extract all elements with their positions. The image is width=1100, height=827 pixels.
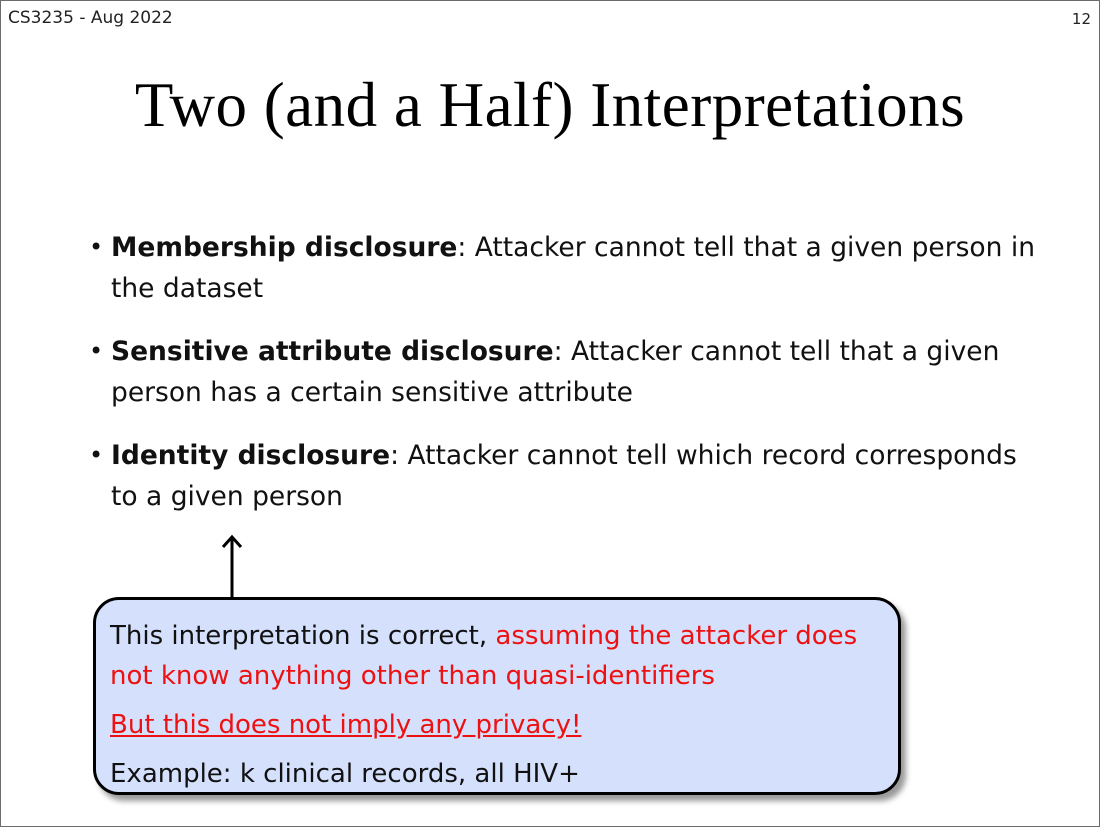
up-arrow-icon (221, 534, 243, 597)
callout-text: This interpretation is correct, (110, 621, 496, 651)
bullet-icon: • (89, 233, 104, 261)
bullet-sensitive-attribute: • Sensitive attribute disclosure: Attack… (89, 331, 1039, 413)
bullet-term: Sensitive attribute disclosure (111, 336, 554, 367)
callout-warning-text: But this does not imply any privacy! (110, 710, 582, 740)
bullet-icon: • (89, 337, 104, 365)
bullet-icon: • (89, 441, 104, 469)
callout-line-1: This interpretation is correct, assuming… (110, 616, 884, 696)
bullet-term: Membership disclosure (111, 232, 458, 263)
page-number: 12 (1071, 10, 1091, 28)
bullet-identity: • Identity disclosure: Attacker cannot t… (89, 435, 1039, 517)
slide: CS3235 - Aug 2022 12 Two (and a Half) In… (0, 0, 1100, 827)
bullet-list: • Membership disclosure: Attacker cannot… (89, 227, 1039, 539)
bullet-term: Identity disclosure (111, 440, 391, 471)
slide-title: Two (and a Half) Interpretations (134, 70, 966, 140)
bullet-membership: • Membership disclosure: Attacker cannot… (89, 227, 1039, 309)
callout-line-2: But this does not imply any privacy! (110, 705, 884, 745)
callout-box: This interpretation is correct, assuming… (93, 597, 901, 795)
course-label: CS3235 - Aug 2022 (8, 8, 173, 28)
callout-line-3: Example: k clinical records, all HIV+ (110, 759, 580, 789)
